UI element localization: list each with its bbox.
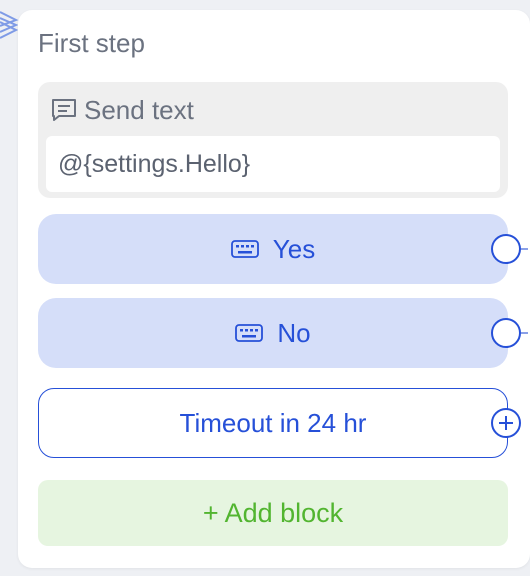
choice-yes-button[interactable]: Yes — [38, 214, 508, 284]
timeout-label: Timeout in 24 hr — [179, 407, 367, 438]
plus-icon — [499, 416, 513, 430]
timeout-button[interactable]: Timeout in 24 hr — [38, 388, 508, 458]
send-text-block[interactable]: Send text — [38, 82, 508, 198]
choice-no-connector-line — [521, 332, 528, 334]
choice-no-output-port[interactable] — [491, 318, 521, 348]
step-node-card[interactable]: First step Send text @{settings.Hello} Y… — [18, 10, 530, 568]
send-text-label: Send text — [84, 94, 194, 125]
add-block-button[interactable]: + Add block — [38, 480, 508, 546]
add-timeout-connection-button[interactable] — [491, 408, 521, 438]
keyboard-icon — [230, 240, 259, 258]
choice-no-label: No — [277, 317, 311, 348]
send-text-header: Send text — [50, 94, 194, 126]
keyboard-icon — [235, 324, 264, 342]
step-title[interactable]: First step — [38, 28, 145, 59]
choice-yes-output-port[interactable] — [491, 234, 521, 264]
choice-no-button[interactable]: No — [38, 298, 508, 368]
choice-yes-connector-line — [521, 248, 528, 250]
add-block-label: + Add block — [202, 497, 344, 528]
message-text-field[interactable] — [46, 136, 500, 192]
message-icon — [50, 97, 78, 123]
choice-yes-label: Yes — [272, 233, 316, 264]
